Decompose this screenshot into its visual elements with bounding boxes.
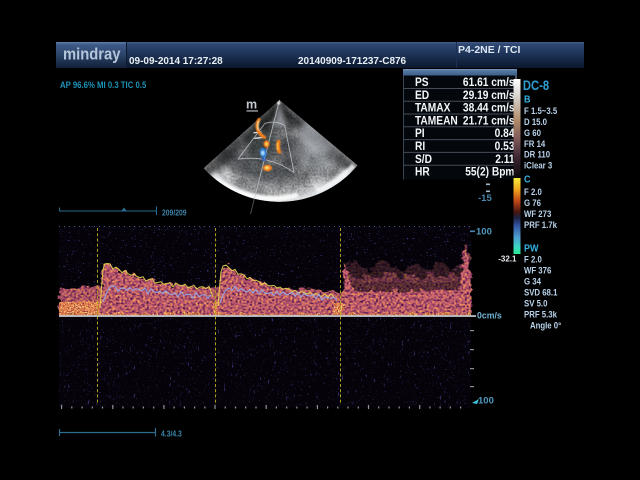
svg-text:38.44 cm/s: 38.44 cm/s (463, 102, 515, 115)
svg-text:F 1.5~3.5: F 1.5~3.5 (524, 105, 557, 116)
svg-text:S/D: S/D (415, 153, 432, 166)
svg-text:100: 100 (476, 227, 492, 238)
svg-text:PRF 5.3k: PRF 5.3k (524, 309, 557, 320)
svg-text:ED: ED (415, 89, 429, 102)
svg-text:21.71 cm/s: 21.71 cm/s (463, 115, 515, 128)
svg-text:Angle 0°: Angle 0° (530, 320, 562, 331)
svg-text:P4-2NE / TCI: P4-2NE / TCI (458, 44, 521, 56)
svg-text:m: m (246, 98, 257, 112)
svg-text:D 15.0: D 15.0 (524, 116, 547, 127)
svg-text:FR 14: FR 14 (524, 138, 545, 149)
svg-text:TAMAX: TAMAX (415, 102, 451, 115)
svg-text:-15: -15 (478, 193, 492, 204)
svg-text:G 60: G 60 (524, 127, 541, 138)
svg-text:G 34: G 34 (524, 276, 541, 287)
svg-text:WF 376: WF 376 (524, 265, 552, 276)
svg-text:29.19 cm/s: 29.19 cm/s (463, 89, 515, 102)
svg-text:100: 100 (478, 396, 494, 407)
svg-text:mindray: mindray (63, 46, 121, 64)
svg-text:WF 273: WF 273 (524, 208, 552, 219)
svg-text:4.3/4.3: 4.3/4.3 (161, 429, 182, 439)
svg-text:20140909-171237-C876: 20140909-171237-C876 (298, 56, 406, 67)
svg-text:G 76: G 76 (524, 197, 541, 208)
svg-text:61.61 cm/s: 61.61 cm/s (463, 76, 515, 89)
svg-text:AP 96.6% MI 0.3 TIC 0.5: AP 96.6% MI 0.3 TIC 0.5 (60, 79, 146, 90)
svg-text:iClear 3: iClear 3 (524, 160, 552, 171)
svg-text:PRF 1.7k: PRF 1.7k (524, 219, 557, 230)
svg-text:PS: PS (415, 76, 429, 89)
svg-text:SVD 68.1: SVD 68.1 (524, 287, 558, 298)
svg-text:PI: PI (415, 128, 425, 141)
svg-text:C: C (524, 174, 531, 186)
svg-text:0cm/s: 0cm/s (477, 310, 502, 320)
svg-text:DR 110: DR 110 (524, 149, 550, 160)
svg-text:F 2.0: F 2.0 (524, 254, 542, 265)
svg-text:DC-8: DC-8 (523, 78, 549, 93)
svg-text:SV 5.0: SV 5.0 (524, 298, 548, 309)
svg-text:-32.1: -32.1 (498, 255, 517, 264)
svg-text:F 2.0: F 2.0 (524, 187, 542, 198)
svg-text:HR: HR (415, 166, 430, 179)
svg-text:B: B (524, 94, 531, 106)
svg-text:09-09-2014 17:27:28: 09-09-2014 17:27:28 (129, 56, 223, 67)
svg-text:55(2) Bpm: 55(2) Bpm (465, 166, 514, 179)
svg-text:2.11: 2.11 (495, 153, 514, 166)
svg-text:0.84: 0.84 (495, 128, 516, 141)
svg-text:209/209: 209/209 (162, 208, 187, 218)
svg-text:0.53: 0.53 (495, 140, 515, 153)
svg-text:TAMEAN: TAMEAN (415, 115, 458, 128)
svg-text:RI: RI (415, 140, 425, 153)
